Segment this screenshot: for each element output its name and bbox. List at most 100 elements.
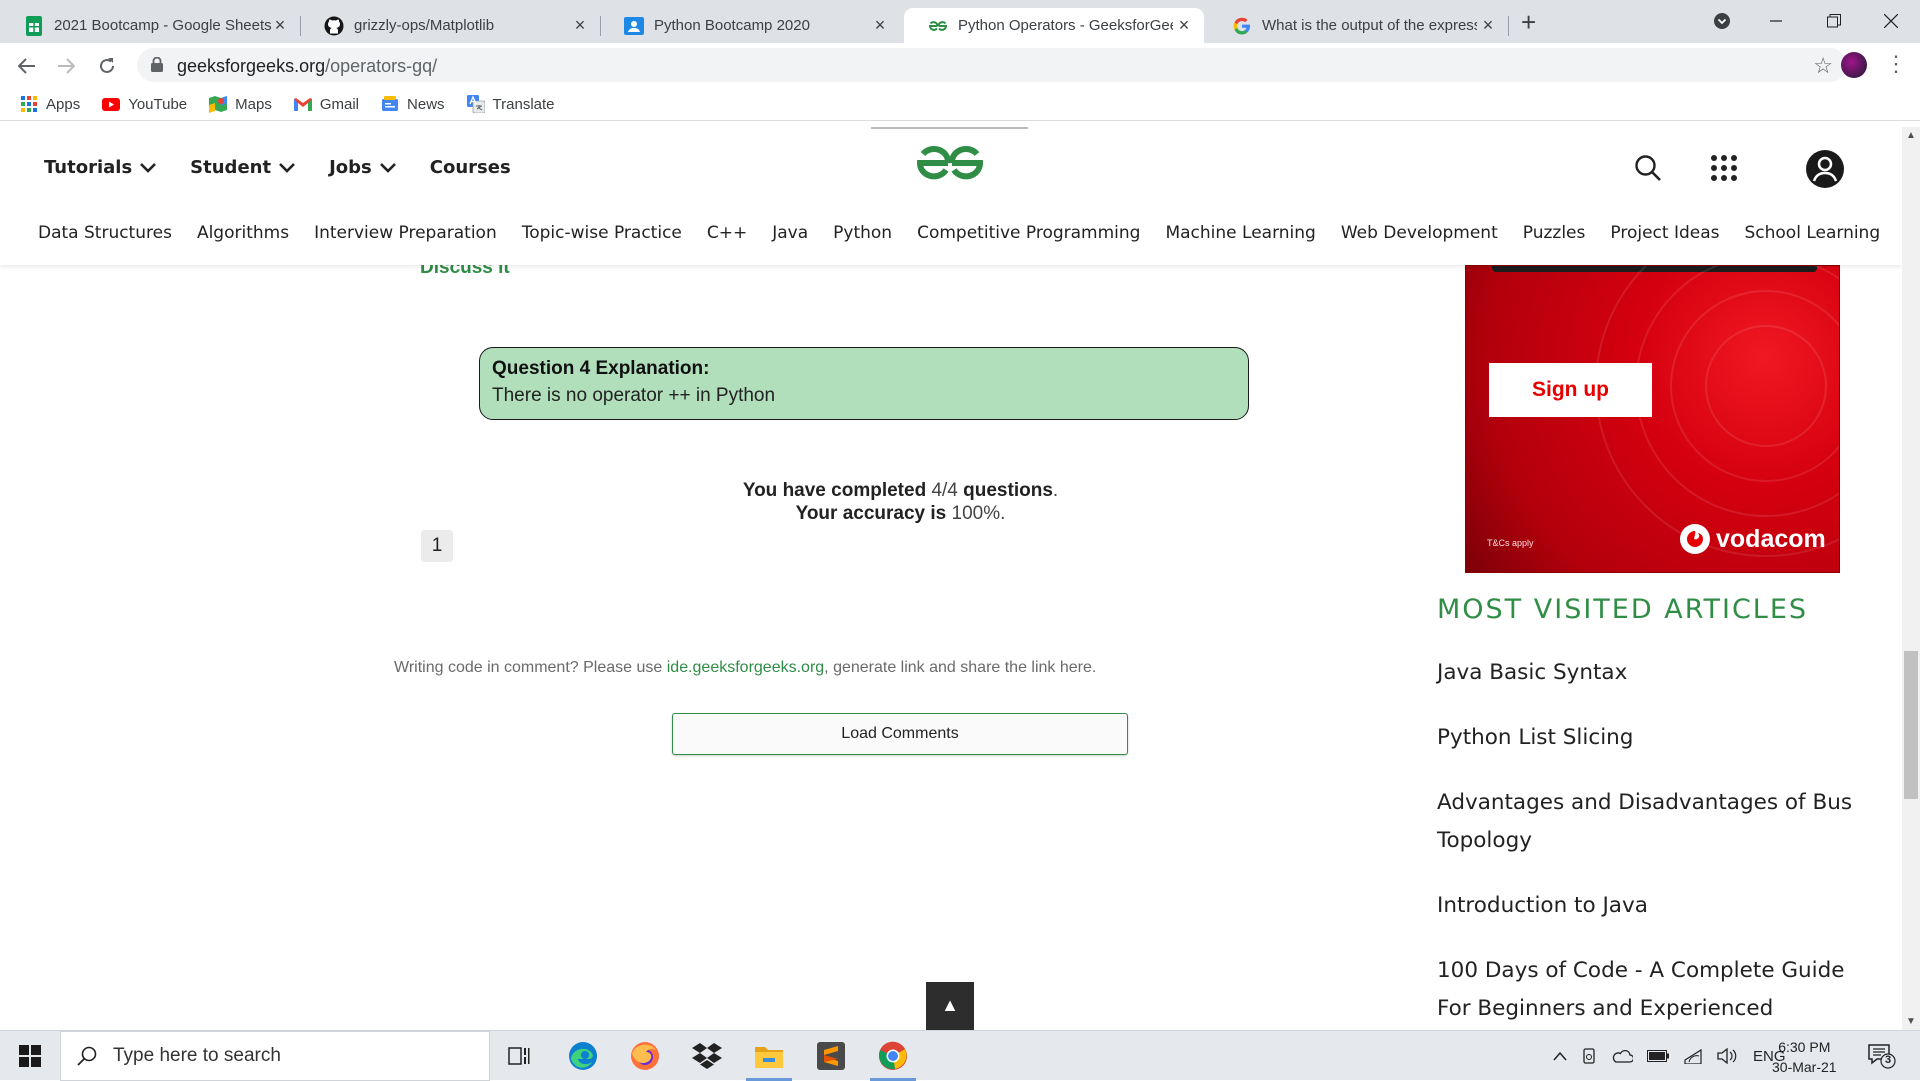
category-puzzles[interactable]: Puzzles <box>1523 223 1586 243</box>
category-algorithms[interactable]: Algorithms <box>197 223 289 243</box>
vodacom-logo: vodacom <box>1680 524 1826 554</box>
ad-terms-text: T&Cs apply <box>1487 538 1534 548</box>
restore-button[interactable] <box>1811 6 1857 36</box>
user-account-icon[interactable] <box>1805 149 1845 189</box>
tab-geeksforgeeks-active[interactable]: Python Operators - GeeksforGeeks × <box>904 8 1204 43</box>
back-to-top-button[interactable]: ▲ <box>926 982 974 1030</box>
bookmark-apps[interactable]: Apps <box>20 95 80 113</box>
url-text[interactable]: geeksforgeeks.org/operators-gq/ <box>177 56 437 77</box>
task-view-icon[interactable] <box>490 1031 548 1081</box>
bookmark-maps[interactable]: Maps <box>209 95 272 113</box>
new-tab-button[interactable]: + <box>1521 9 1536 35</box>
close-tab-icon[interactable]: × <box>272 16 288 34</box>
youtube-icon <box>102 95 121 113</box>
windows-start-button[interactable] <box>0 1031 60 1081</box>
category-python[interactable]: Python <box>833 223 892 243</box>
article-link[interactable]: Java Basic Syntax <box>1437 654 1857 692</box>
onedrive-cloud-icon[interactable] <box>1611 1049 1633 1063</box>
article-link[interactable]: Introduction to Java <box>1437 887 1857 925</box>
category-cpp[interactable]: C++ <box>707 223 747 243</box>
scrollbar-thumb[interactable] <box>1904 651 1918 799</box>
close-tab-icon[interactable]: × <box>572 16 588 34</box>
article-link[interactable]: Advantages and Disadvantages of Bus Topo… <box>1437 784 1857 860</box>
tab-google-sheets[interactable]: 2021 Bootcamp - Google Sheets × <box>0 8 301 43</box>
explanation-body: There is no operator ++ in Python <box>492 385 776 406</box>
forward-button[interactable] <box>53 53 79 79</box>
wifi-icon[interactable] <box>1683 1048 1703 1064</box>
show-hidden-icons-icon[interactable] <box>1553 1051 1567 1061</box>
bookmark-news[interactable]: News <box>381 95 445 113</box>
nav-jobs[interactable]: Jobs <box>329 157 396 178</box>
close-tab-icon[interactable]: × <box>1480 16 1496 34</box>
url-host: geeksforgeeks.org <box>177 56 326 76</box>
tab-google-classroom[interactable]: Python Bootcamp 2020 × <box>600 8 900 43</box>
nav-courses[interactable]: Courses <box>430 157 511 178</box>
search-icon[interactable] <box>1634 154 1662 182</box>
category-machine-learning[interactable]: Machine Learning <box>1165 223 1315 243</box>
category-topic-wise-practice[interactable]: Topic-wise Practice <box>522 223 682 243</box>
category-nav: Data Structures Algorithms Interview Pre… <box>38 223 1902 243</box>
load-comments-button[interactable]: Load Comments <box>672 713 1128 755</box>
bookmark-gmail[interactable]: Gmail <box>293 95 359 113</box>
category-competitive-programming[interactable]: Competitive Programming <box>917 223 1140 243</box>
ad-brand-name: vodacom <box>1716 524 1826 553</box>
sublime-text-icon[interactable] <box>802 1031 860 1081</box>
tab-search-button[interactable] <box>1699 6 1745 36</box>
battery-icon[interactable] <box>1647 1050 1669 1062</box>
category-interview-preparation[interactable]: Interview Preparation <box>314 223 497 243</box>
tab-google-search[interactable]: What is the output of the expression × <box>1208 8 1509 43</box>
nav-student[interactable]: Student <box>190 157 295 178</box>
article-link[interactable]: 100 Days of Code - A Complete Guide For … <box>1437 952 1857 1028</box>
gfg-icon <box>928 16 948 36</box>
ide-link[interactable]: ide.geeksforgeeks.org <box>667 659 824 676</box>
apps-grid-icon[interactable] <box>1710 154 1738 182</box>
category-web-development[interactable]: Web Development <box>1341 223 1498 243</box>
bookmark-translate[interactable]: Translate <box>466 95 555 113</box>
edge-icon[interactable] <box>554 1031 612 1081</box>
close-tab-icon[interactable]: × <box>1176 16 1192 34</box>
tab-github[interactable]: grizzly-ops/Matplotlib × <box>300 8 601 43</box>
gmail-icon <box>293 95 312 113</box>
device-icon[interactable] <box>1581 1048 1597 1064</box>
category-data-structures[interactable]: Data Structures <box>38 223 172 243</box>
nav-tutorials[interactable]: Tutorials <box>44 157 157 178</box>
page-number-button[interactable]: 1 <box>421 530 453 562</box>
lock-icon[interactable] <box>151 57 163 72</box>
firefox-icon[interactable] <box>616 1031 674 1081</box>
category-school-learning[interactable]: School Learning <box>1744 223 1880 243</box>
close-window-button[interactable] <box>1868 6 1914 36</box>
taskbar-search-box[interactable]: Type here to search <box>60 1031 490 1081</box>
address-bar[interactable]: geeksforgeeks.org/operators-gq/ ☆ <box>137 48 1847 82</box>
geeksforgeeks-logo[interactable] <box>912 141 988 181</box>
action-center-icon[interactable]: 3 <box>1868 1043 1896 1069</box>
translate-icon <box>466 95 485 113</box>
category-java[interactable]: Java <box>772 223 808 243</box>
bookmark-star-icon[interactable]: ☆ <box>1813 53 1833 79</box>
volume-icon[interactable] <box>1717 1048 1739 1064</box>
minimize-button[interactable] <box>1753 6 1799 36</box>
ad-signup-button[interactable]: Sign up <box>1489 363 1652 417</box>
close-tab-icon[interactable]: × <box>872 16 888 34</box>
scroll-up-arrow-icon[interactable]: ▲ <box>1906 130 1916 141</box>
tab-title: grizzly-ops/Matplotlib <box>354 17 495 34</box>
page-scrollbar[interactable]: ▲ ▼ <box>1902 127 1920 1030</box>
file-explorer-icon[interactable] <box>740 1031 798 1081</box>
article-link[interactable]: Python List Slicing <box>1437 719 1857 757</box>
vodacom-speechmark-icon <box>1680 524 1710 554</box>
dropbox-icon[interactable] <box>678 1031 736 1081</box>
search-icon <box>77 1046 97 1066</box>
bookmark-youtube[interactable]: YouTube <box>102 95 187 113</box>
browser-tab-strip: 2021 Bootcamp - Google Sheets × grizzly-… <box>0 0 1920 43</box>
chrome-icon[interactable] <box>864 1031 922 1081</box>
comment-note-prefix: Writing code in comment? Please use <box>394 659 663 676</box>
reload-button[interactable] <box>94 53 120 79</box>
system-clock[interactable]: 6:30 PM 30-Mar-21 <box>1772 1037 1837 1077</box>
scroll-down-arrow-icon[interactable]: ▼ <box>1906 1016 1916 1027</box>
category-project-ideas[interactable]: Project Ideas <box>1610 223 1719 243</box>
vodacom-advertisement[interactable]: Sign up T&Cs apply vodacom <box>1465 265 1840 573</box>
chrome-menu-icon[interactable]: ⋮ <box>1885 53 1907 75</box>
profile-avatar[interactable] <box>1841 52 1867 78</box>
google-classroom-icon <box>624 16 644 36</box>
back-button[interactable] <box>14 53 40 79</box>
bookmark-label: YouTube <box>128 95 188 113</box>
